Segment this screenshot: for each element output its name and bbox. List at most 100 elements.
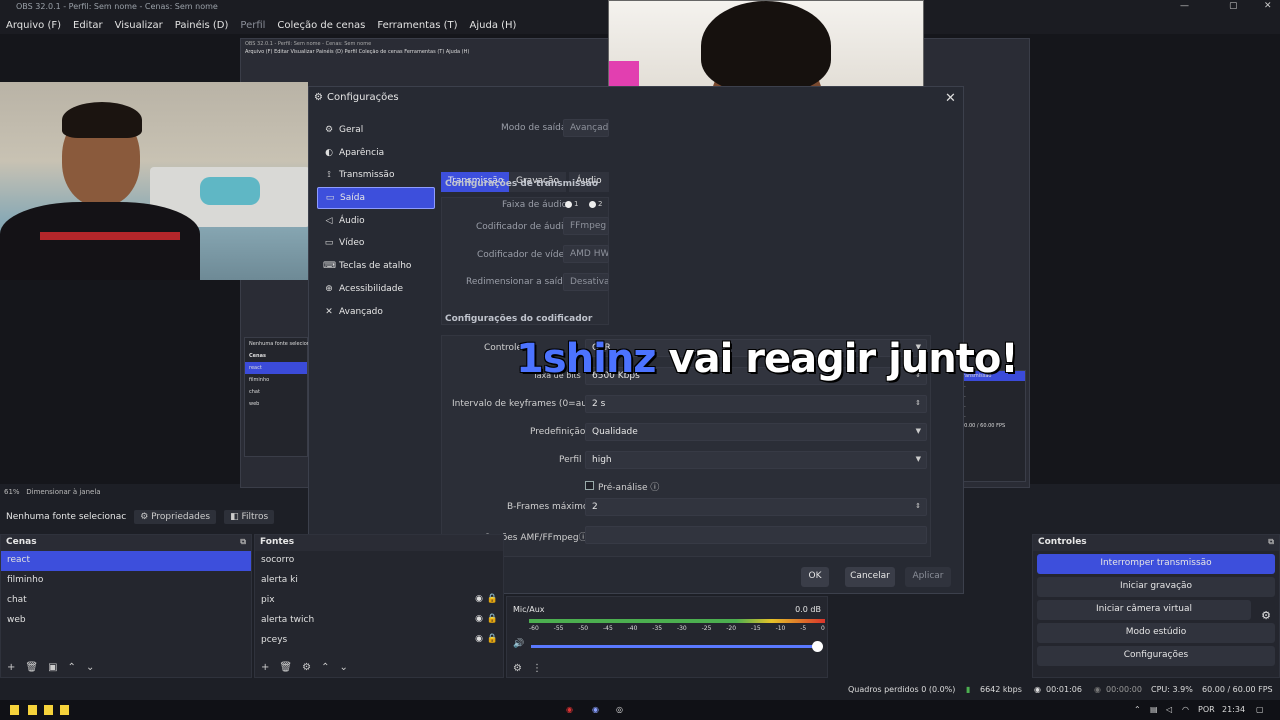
add-scene-icon[interactable]: + xyxy=(7,662,15,673)
sources-toolbar: + 🗑 ⚙ ⌃ ⌄ xyxy=(255,657,503,677)
menu-ajuda[interactable]: Ajuda (H) xyxy=(470,20,517,31)
app-icon[interactable]: ◉ xyxy=(592,705,599,714)
nav-item-avancado[interactable]: ✕ Avançado xyxy=(317,301,435,323)
nav-item-transmissao[interactable]: ⟟ Transmissão xyxy=(317,164,435,186)
gear-icon[interactable]: ⚙ xyxy=(302,662,311,673)
lock-icon[interactable]: 🔒 xyxy=(487,634,498,644)
ok-button[interactable]: OK xyxy=(801,567,829,587)
lock-icon[interactable]: 🔒 xyxy=(487,614,498,624)
wifi-icon[interactable]: ◠ xyxy=(1182,705,1189,714)
audio-encoder-select[interactable]: FFmpeg A xyxy=(563,217,609,235)
folder-icon[interactable] xyxy=(60,705,69,715)
source-item[interactable]: alerta twich ◉ 🔒 xyxy=(255,611,503,631)
menu-arquivo[interactable]: Arquivo (F) xyxy=(6,20,61,31)
scene-filters-icon[interactable]: ▣ xyxy=(48,662,57,673)
output-mode-label: Modo de saída xyxy=(501,123,567,133)
preset-select[interactable]: Qualidade ▼ xyxy=(585,423,927,441)
stop-stream-button[interactable]: Interromper transmissão xyxy=(1037,554,1275,574)
menu-editar[interactable]: Editar xyxy=(73,20,103,31)
scene-item[interactable]: react xyxy=(1,551,251,571)
folder-icon[interactable] xyxy=(44,705,53,715)
move-down-icon[interactable]: ⌄ xyxy=(86,662,94,673)
help-icon[interactable]: ⓘ xyxy=(650,483,659,493)
virtual-camera-settings-icon[interactable]: ⚙ xyxy=(1261,609,1271,622)
nav-item-teclas-atalho[interactable]: ⌨ Teclas de atalho xyxy=(317,255,435,277)
close-window-icon[interactable]: ✕ xyxy=(1264,1,1272,11)
fit-window-label[interactable]: Dimensionar à janela xyxy=(26,488,100,496)
volume-slider-handle[interactable] xyxy=(812,641,823,652)
volume-slider[interactable] xyxy=(531,645,821,648)
remove-source-icon[interactable]: 🗑 xyxy=(279,662,292,673)
output-mode-select[interactable]: Avançado xyxy=(563,119,609,137)
nav-item-saida[interactable]: ▭ Saída xyxy=(317,187,435,210)
source-item[interactable]: pix ◉ 🔒 xyxy=(255,591,503,611)
zoom-value[interactable]: 61% xyxy=(4,488,20,496)
menu-perfil[interactable]: Perfil xyxy=(240,20,265,31)
bframes-spinbox[interactable]: 2 ⇕ xyxy=(585,498,927,516)
undock-icon[interactable]: ⧉ xyxy=(1268,537,1274,547)
lookahead-checkbox[interactable] xyxy=(585,481,594,490)
speaker-icon[interactable]: 🔊 xyxy=(513,639,524,649)
menu-colecao-cenas[interactable]: Coleção de cenas xyxy=(277,20,365,31)
keyframe-spinbox[interactable]: 2 s ⇕ xyxy=(585,395,927,413)
profile-select[interactable]: high ▼ xyxy=(585,451,927,469)
volume-icon[interactable]: ◁ xyxy=(1166,705,1172,714)
start-virtual-camera-button[interactable]: Iniciar câmera virtual xyxy=(1037,600,1251,620)
spin-arrows-icon[interactable]: ⇕ xyxy=(915,399,921,407)
move-down-icon[interactable]: ⌄ xyxy=(339,662,347,673)
folder-icon[interactable] xyxy=(10,705,19,715)
network-icon[interactable]: ▤ xyxy=(1150,705,1158,714)
remove-scene-icon[interactable]: 🗑 xyxy=(25,662,38,673)
chevron-up-icon[interactable]: ⌃ xyxy=(1134,705,1141,714)
eye-icon[interactable]: ◉ xyxy=(475,594,483,604)
nav-item-video[interactable]: ▭ Vídeo xyxy=(317,232,435,254)
notification-icon[interactable]: ▢ xyxy=(1256,705,1264,714)
menu-ferramentas[interactable]: Ferramentas (T) xyxy=(377,20,457,31)
scene-item[interactable]: chat xyxy=(1,591,251,611)
app-icon[interactable]: ◉ xyxy=(566,705,573,714)
move-up-icon[interactable]: ⌃ xyxy=(68,662,76,673)
menu-visualizar[interactable]: Visualizar xyxy=(115,20,163,31)
source-item[interactable]: pceys ◉ 🔒 xyxy=(255,631,503,651)
minimize-icon[interactable]: — xyxy=(1180,1,1189,11)
audio-track-1-radio[interactable]: 1 xyxy=(565,200,578,208)
menu-paineis[interactable]: Painéis (D) xyxy=(175,20,229,31)
nav-item-acessibilidade[interactable]: ⊕ Acessibilidade xyxy=(317,278,435,300)
start-recording-button[interactable]: Iniciar gravação xyxy=(1037,577,1275,597)
cancel-button[interactable]: Cancelar xyxy=(845,567,895,587)
spin-arrows-icon[interactable]: ⇕ xyxy=(915,502,921,510)
video-encoder-select[interactable]: AMD HW xyxy=(563,245,609,263)
add-source-icon[interactable]: + xyxy=(261,662,269,673)
source-item[interactable]: alerta ki xyxy=(255,571,503,591)
undock-icon[interactable]: ⧉ xyxy=(240,537,246,547)
maximize-icon[interactable]: ▢ xyxy=(1229,1,1238,11)
nav-item-geral[interactable]: ⚙ Geral xyxy=(317,119,435,141)
nav-item-audio[interactable]: ◁ Áudio xyxy=(317,210,435,232)
more-menu-icon[interactable]: ⋮ xyxy=(532,663,542,674)
mixer-settings-icon[interactable]: ⚙ xyxy=(513,663,522,674)
move-up-icon[interactable]: ⌃ xyxy=(321,662,329,673)
nav-item-aparencia[interactable]: ◐ Aparência xyxy=(317,142,435,164)
obs-icon[interactable]: ◎ xyxy=(616,705,623,714)
shirt-stripe xyxy=(40,232,180,240)
radio-icon xyxy=(565,200,572,208)
keyboard-language[interactable]: POR xyxy=(1198,705,1215,714)
settings-button[interactable]: Configurações xyxy=(1037,646,1275,666)
source-item[interactable]: socorro xyxy=(255,551,503,571)
eye-icon[interactable]: ◉ xyxy=(475,634,483,644)
properties-button[interactable]: ⚙ Propriedades xyxy=(134,510,217,524)
lock-icon[interactable]: 🔒 xyxy=(487,594,498,604)
folder-icon[interactable] xyxy=(28,705,37,715)
dialog-close-button[interactable]: ✕ xyxy=(945,91,956,106)
amf-options-input[interactable] xyxy=(585,526,927,544)
scene-item[interactable]: web xyxy=(1,611,251,631)
apply-button[interactable]: Aplicar xyxy=(905,567,951,587)
clock[interactable]: 21:34 xyxy=(1222,705,1245,714)
eye-icon[interactable]: ◉ xyxy=(475,614,483,624)
filters-button[interactable]: ◧ Filtros xyxy=(224,510,275,524)
studio-mode-button[interactable]: Modo estúdio xyxy=(1037,623,1275,643)
scene-item[interactable]: filminho xyxy=(1,571,251,591)
audio-track-2-radio[interactable]: 2 xyxy=(589,200,602,208)
taskbar: ◉ ◉ ◎ ⌃ ▤ ◁ ◠ POR 21:34 ▢ xyxy=(0,700,1280,720)
rescale-select[interactable]: Desativad xyxy=(563,273,609,291)
